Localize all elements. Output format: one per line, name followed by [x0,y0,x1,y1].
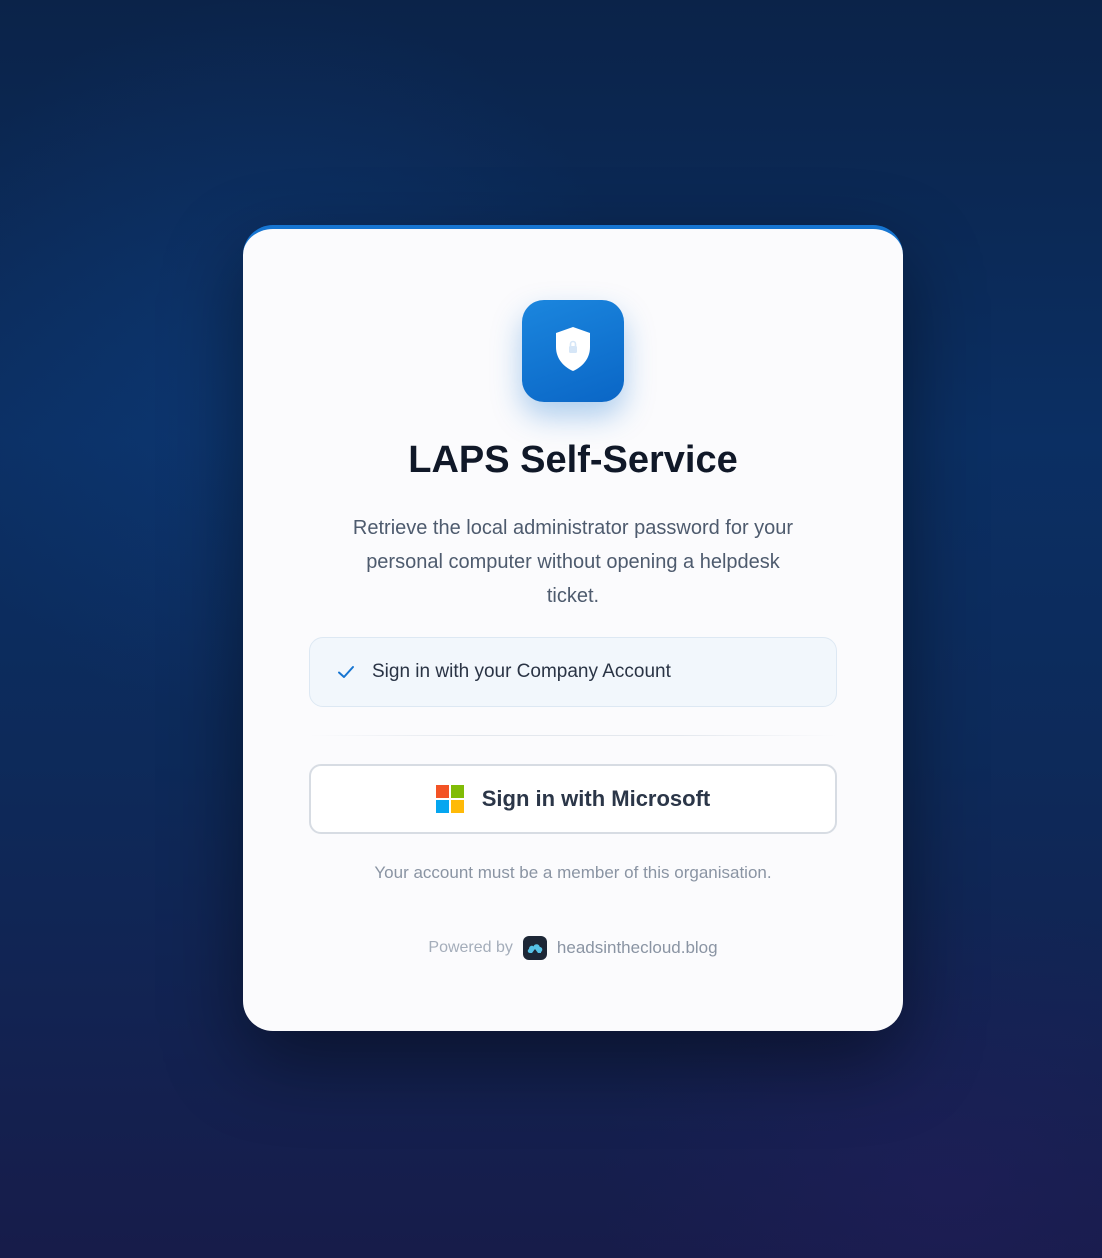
divider [309,735,837,736]
blog-link[interactable]: headsinthecloud.blog [557,938,718,958]
page-description: Retrieve the local administrator passwor… [352,517,794,607]
login-card: LAPS Self-Service Retrieve the local adm… [243,225,903,1031]
checkmark-icon [336,662,356,682]
account-info-banner: Sign in with your Company Account [309,637,837,707]
sign-in-with-microsoft-button[interactable]: Sign in with Microsoft [309,764,837,834]
powered-by-label: Powered by [428,939,513,956]
account-info-text: Sign in with your Company Account [372,661,671,682]
cloud-blog-icon [522,936,547,960]
shield-lock-icon [553,325,593,378]
microsoft-logo-icon [435,785,464,813]
sign-in-button-label: Sign in with Microsoft [481,786,711,811]
membership-note: Your account must be a member of this or… [374,863,772,882]
app-logo [522,300,624,402]
page-title: LAPS Self-Service [408,439,738,481]
footer: Powered by headsinthecloud.blog [243,936,903,960]
